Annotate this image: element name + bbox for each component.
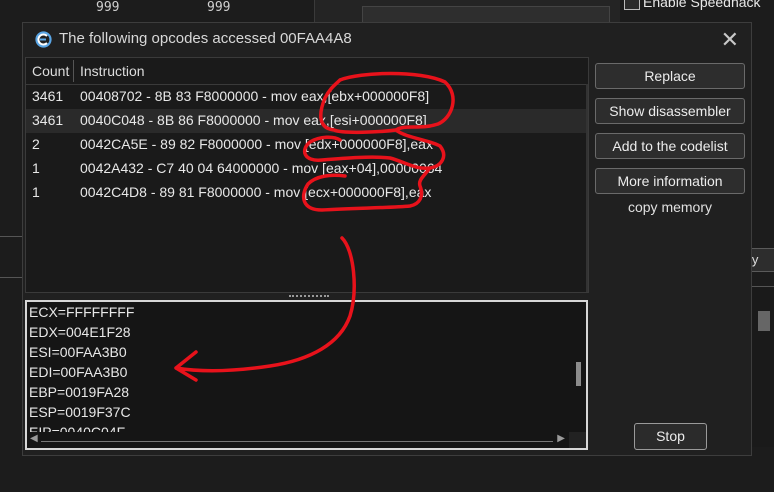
show-disassembler-button[interactable]: Show disassembler	[595, 98, 745, 124]
copy-memory-label[interactable]: copy memory	[595, 199, 745, 215]
register-value: ESP=0019F37C	[29, 404, 131, 420]
scroll-left-arrow-icon[interactable]: ◀	[30, 433, 38, 444]
list-header: Count Instruction	[26, 58, 588, 85]
background-value: 999	[96, 0, 120, 15]
column-separator[interactable]	[73, 60, 74, 82]
list-row[interactable]: 3461 00408702 - 8B 83 F8000000 - mov eax…	[26, 85, 588, 109]
row-instruction: 0042CA5E - 89 82 F8000000 - mov [edx+000…	[80, 136, 433, 152]
row-count: 2	[32, 136, 40, 152]
speedhack-checkbox[interactable]	[624, 0, 640, 10]
background-divider	[0, 236, 24, 278]
more-information-button[interactable]: More information	[595, 168, 745, 194]
register-value: ESI=00FAA3B0	[29, 344, 127, 360]
scrollbar-corner	[569, 432, 586, 448]
row-count: 3461	[32, 112, 64, 128]
register-vertical-scrollbar[interactable]	[569, 302, 586, 448]
row-instruction: 0040C048 - 8B 86 F8000000 - mov eax,[esi…	[80, 112, 427, 128]
register-value: EBP=0019FA28	[29, 384, 130, 400]
scrollbar-thumb[interactable]	[576, 362, 581, 386]
register-value: EDI=00FAA3B0	[29, 364, 128, 380]
row-count: 1	[32, 160, 40, 176]
list-row[interactable]: 1 0042A432 - C7 40 04 64000000 - mov [ea…	[26, 157, 588, 181]
register-panel: ECX=FFFFFFFF EDX=004E1F28 ESI=00FAA3B0 E…	[25, 300, 588, 450]
stop-button[interactable]: Stop	[634, 423, 707, 450]
row-count: 3461	[32, 88, 64, 104]
register-horizontal-scrollbar[interactable]: ◀ ▶	[27, 432, 569, 448]
row-instruction: 0042A432 - C7 40 04 64000000 - mov [eax+…	[80, 160, 443, 176]
background-scroll-area	[752, 286, 774, 447]
replace-button[interactable]: Replace	[595, 63, 745, 89]
row-count: 1	[32, 184, 40, 200]
list-row[interactable]: 2 0042CA5E - 89 82 F8000000 - mov [edx+0…	[26, 133, 588, 157]
opcodes-dialog: The following opcodes accessed 00FAA4A8 …	[22, 22, 752, 456]
dialog-title: The following opcodes accessed 00FAA4A8	[59, 30, 352, 47]
row-instruction: 0042C4D8 - 89 81 F8000000 - mov [ecx+000…	[80, 184, 432, 200]
list-row[interactable]: 3461 0040C048 - 8B 86 F8000000 - mov eax…	[26, 109, 588, 133]
column-count-header[interactable]: Count	[32, 63, 72, 79]
cheat-engine-icon	[35, 31, 52, 48]
speedhack-label: Enable Speedhack	[643, 0, 761, 10]
list-row[interactable]: 1 0042C4D8 - 89 81 F8000000 - mov [ecx+0…	[26, 181, 588, 205]
opcode-list: Count Instruction 3461 00408702 - 8B 83 …	[25, 57, 589, 293]
row-instruction: 00408702 - 8B 83 F8000000 - mov eax,[ebx…	[80, 88, 430, 104]
column-instruction-header[interactable]: Instruction	[80, 63, 145, 79]
background-value: 999	[207, 0, 231, 15]
register-value: ECX=FFFFFFFF	[29, 304, 135, 320]
title-bar: The following opcodes accessed 00FAA4A8 …	[23, 23, 751, 55]
register-value: EDX=004E1F28	[29, 324, 131, 340]
list-scrollbar[interactable]	[586, 84, 588, 292]
scroll-right-arrow-icon[interactable]: ▶	[557, 433, 565, 444]
add-to-codelist-button[interactable]: Add to the codelist	[595, 133, 745, 159]
close-icon[interactable]: ✕	[721, 27, 739, 53]
